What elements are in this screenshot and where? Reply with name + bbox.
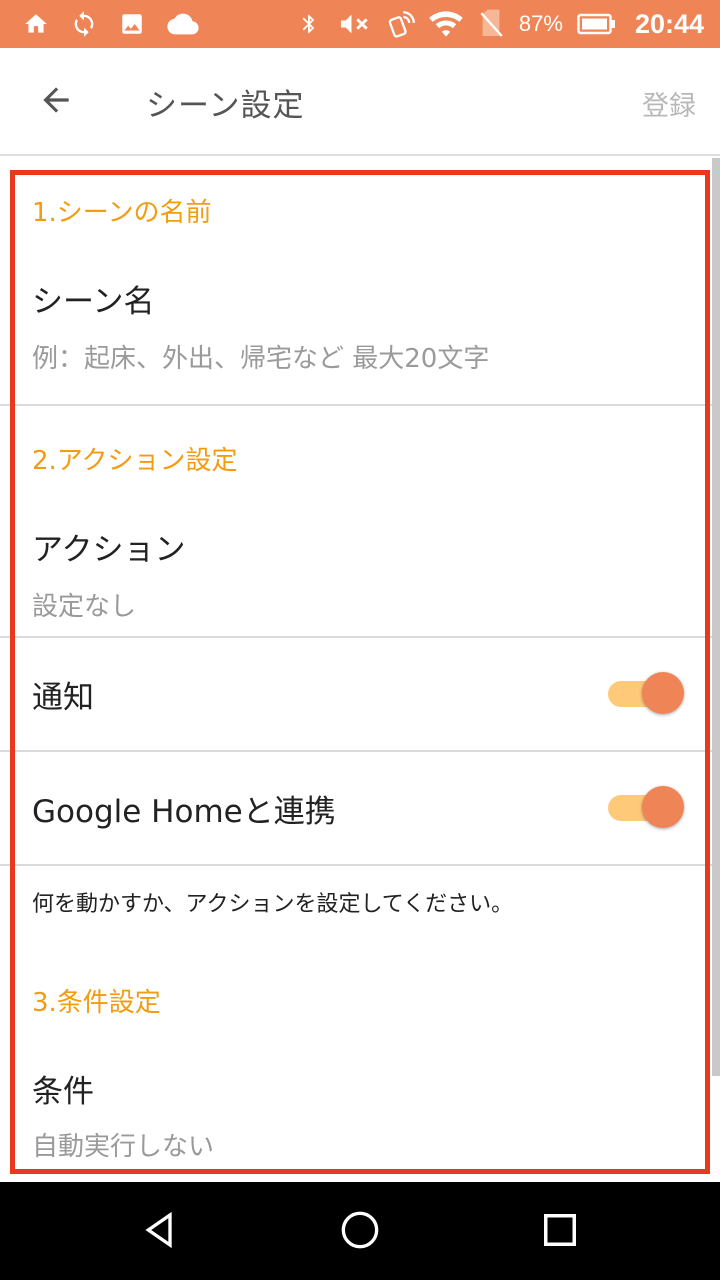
cloud-icon — [166, 10, 200, 38]
mute-icon — [337, 10, 373, 38]
action-note: 何を動かすか、アクションを設定してください。 — [32, 892, 514, 917]
arrow-left-icon — [37, 81, 75, 123]
status-bar-right: 87% 20:44 — [295, 9, 720, 40]
battery-percent: 87% — [518, 11, 563, 36]
home-icon — [22, 10, 50, 38]
scrollbar[interactable] — [712, 158, 720, 1076]
section-header-condition: 3.条件設定 — [32, 988, 161, 1018]
no-sim-icon — [477, 9, 505, 38]
nfc-icon — [387, 10, 415, 38]
section-header-action: 2.アクション設定 — [32, 446, 238, 476]
nav-back-button[interactable] — [138, 1210, 182, 1254]
toggle-thumb — [642, 786, 684, 828]
scene-name-row[interactable]: シーン名 例：起床、外出、帰宅など 最大20文字 — [0, 258, 712, 404]
sync-icon — [70, 10, 98, 38]
wifi-icon — [429, 10, 463, 38]
image-icon — [118, 10, 146, 38]
notify-toggle[interactable] — [606, 672, 686, 716]
battery-icon — [577, 10, 617, 38]
bluetooth-icon — [295, 10, 323, 38]
register-button[interactable]: 登録 — [642, 84, 696, 123]
scene-settings-list[interactable]: 1.シーンの名前 シーン名 例：起床、外出、帰宅など 最大20文字 2.アクショ… — [0, 158, 720, 1182]
clock: 20:44 — [634, 8, 704, 39]
action-value: 設定なし — [32, 592, 137, 622]
section-header-scene-name: 1.シーンの名前 — [32, 198, 212, 228]
nav-recents-button[interactable] — [538, 1210, 582, 1254]
google-home-row[interactable]: Google Homeと連携 — [0, 752, 712, 864]
divider — [0, 864, 712, 866]
app-bar: シーン設定 登録 — [0, 48, 720, 156]
google-home-label: Google Homeと連携 — [32, 794, 336, 830]
scene-name-hint: 例：起床、外出、帰宅など 最大20文字 — [32, 344, 490, 374]
home-circle-icon — [340, 1210, 380, 1254]
condition-label: 条件 — [32, 1074, 94, 1110]
action-row[interactable]: アクション 設定なし — [0, 508, 712, 636]
recents-square-icon — [541, 1211, 579, 1253]
notify-label: 通知 — [32, 680, 94, 716]
divider — [0, 404, 712, 406]
notify-row[interactable]: 通知 — [0, 638, 712, 750]
toggle-thumb — [642, 672, 684, 714]
status-bar: 87% 20:44 — [0, 0, 720, 48]
action-label: アクション — [32, 532, 186, 568]
condition-row[interactable]: 条件 自動実行しない — [0, 1048, 712, 1182]
nav-home-button[interactable] — [338, 1210, 382, 1254]
back-button[interactable] — [28, 76, 84, 128]
status-bar-left — [0, 10, 200, 38]
back-triangle-icon — [140, 1210, 180, 1254]
page-title: シーン設定 — [146, 88, 305, 124]
google-home-toggle[interactable] — [606, 786, 686, 830]
navigation-bar — [0, 1182, 720, 1280]
condition-value: 自動実行しない — [32, 1132, 215, 1162]
scene-name-label: シーン名 — [32, 284, 155, 320]
